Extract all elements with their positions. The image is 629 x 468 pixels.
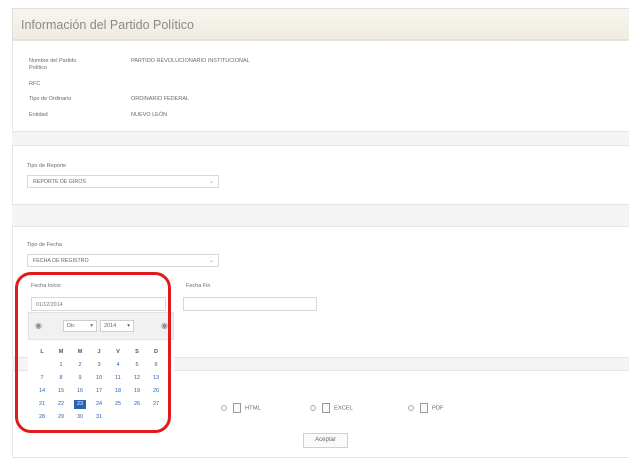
page-title: Información del Partido Político	[21, 18, 195, 32]
date-type-select[interactable]: FECHA DE REGISTRO ⌄	[27, 254, 219, 267]
chevron-down-icon: ⌄	[208, 258, 214, 264]
report-type-label: Tipo de Reporte	[27, 163, 67, 169]
end-date-input[interactable]	[183, 297, 317, 311]
export-html-label: HTML	[245, 405, 261, 412]
file-icon	[322, 403, 330, 413]
ordinary-type-label: Tipo de Ordinario	[29, 96, 72, 102]
report-type-panel: Tipo de Reporte REPORTE DE GIROS ⌄	[12, 145, 629, 205]
report-type-value: REPORTE DE GIROS	[33, 179, 86, 185]
rfc-label: RFC	[29, 81, 41, 87]
separator	[12, 132, 629, 145]
submit-button[interactable]: Aceptar	[303, 433, 348, 448]
ordinary-type-value: ORDINARIO FEDERAL	[131, 96, 190, 102]
party-name-label: Nombre del Partido Político	[29, 58, 77, 71]
end-date-label: Fecha Fin	[186, 283, 211, 289]
party-info-panel: Nombre del Partido Político PARTIDO REVO…	[12, 40, 629, 132]
radio-button[interactable]	[310, 405, 316, 411]
export-excel-label: EXCEL	[334, 405, 354, 412]
report-type-select[interactable]: REPORTE DE GIROS ⌄	[27, 175, 219, 188]
highlight-ring	[15, 272, 171, 433]
entity-label: Entidad	[29, 112, 48, 118]
file-icon	[420, 403, 428, 413]
export-excel-option[interactable]: EXCEL	[310, 403, 353, 413]
section-header: Información del Partido Político	[12, 8, 629, 40]
export-pdf-option[interactable]: PDF	[408, 403, 444, 413]
chevron-down-icon: ⌄	[208, 179, 214, 185]
radio-button[interactable]	[221, 405, 227, 411]
export-html-option[interactable]: HTML	[221, 403, 261, 413]
party-name-value: PARTIDO REVOLUCIONARIO INSTITUCIONAL	[131, 58, 250, 64]
file-icon	[233, 403, 241, 413]
date-type-label: Tipo de Fecha	[27, 242, 62, 248]
radio-button[interactable]	[408, 405, 414, 411]
separator	[12, 205, 629, 226]
date-type-value: FECHA DE REGISTRO	[33, 258, 89, 264]
entity-value: NUEVO LEÓN	[131, 112, 168, 118]
export-pdf-label: PDF	[432, 405, 444, 412]
